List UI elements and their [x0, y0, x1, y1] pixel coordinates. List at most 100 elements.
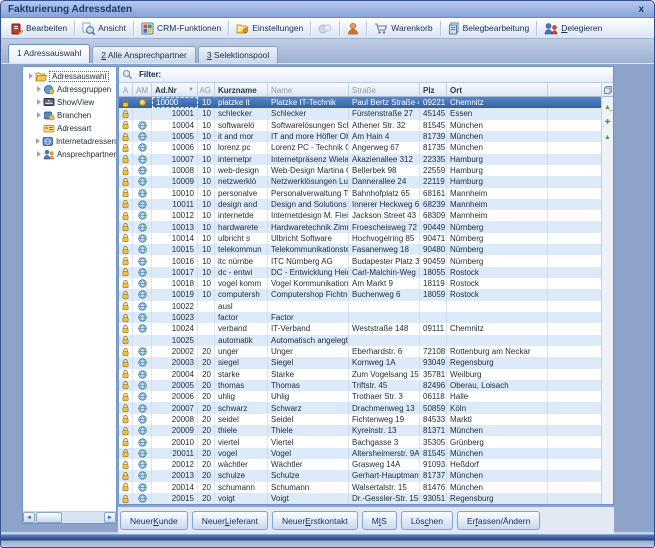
neuer-kunde-button[interactable]: Neuer Kunde: [120, 511, 188, 530]
table-row[interactable]: 20014 20 schumann Schumann Walsertalstr.…: [119, 482, 601, 493]
table-row[interactable]: 20010 20 viertel Viertel Bachgasse 3 353…: [119, 436, 601, 447]
lock-icon: [122, 448, 129, 458]
expander-icon[interactable]: [27, 72, 35, 81]
table-row[interactable]: 10016 10 itc nürnbe ITC Nürnberg AG Buda…: [119, 255, 601, 266]
col-header-ort[interactable]: Ort: [447, 83, 548, 97]
scroll-thumb[interactable]: [36, 512, 62, 523]
table-row[interactable]: 10000 10 platzke it Platzke IT-Technik P…: [119, 97, 601, 108]
table-row[interactable]: 20004 20 starke Starke Zum Vogelsang 15 …: [119, 369, 601, 380]
col-header-a[interactable]: A: [119, 83, 133, 97]
cell-ort: Rostock: [447, 289, 548, 300]
table-row[interactable]: 10022 ausl: [119, 301, 601, 312]
kontakt-button[interactable]: [342, 20, 364, 37]
expander-icon[interactable]: [35, 98, 43, 107]
neuer-erstkontakt-button[interactable]: Neuer Erstkontakt: [272, 511, 358, 530]
table-row[interactable]: 10006 10 lorenz pc Lorenz PC - Technik G…: [119, 142, 601, 153]
table-row[interactable]: 20006 20 uhlig Uhlig Trothaer Str. 3 061…: [119, 391, 601, 402]
expander-icon[interactable]: [35, 137, 42, 146]
table-row[interactable]: 10014 10 ulbricht s Ulbricht Software Ho…: [119, 233, 601, 244]
table-row[interactable]: 10011 10 design and Design and Solutions…: [119, 199, 601, 210]
history-button[interactable]: [313, 20, 337, 37]
erfassen-aendern-button[interactable]: Erfassen/Ändern: [457, 511, 540, 530]
cell-filler: [548, 120, 601, 131]
col-header-ag[interactable]: AG: [198, 83, 215, 97]
belegbearbeitung-button[interactable]: Belegbearbeitung: [443, 20, 535, 37]
table-row[interactable]: 20003 20 siegel Siegel Kornweg 1A 93049 …: [119, 357, 601, 368]
tree-item-adressgruppen[interactable]: Adressgruppen: [35, 83, 116, 96]
table-row[interactable]: 10017 10 dc - entwi DC - Entwicklung Hei…: [119, 267, 601, 278]
tree-item-internetadressen[interactable]: Internetadressen: [35, 135, 116, 148]
table-row[interactable]: 20009 20 thiele Thiele Kyreinstr. 13 813…: [119, 425, 601, 436]
expander-icon[interactable]: [35, 150, 43, 159]
lock-icon: [122, 471, 129, 481]
table-row[interactable]: 10013 10 hardwarete Hardwaretechnik Zimm…: [119, 221, 601, 232]
table-row[interactable]: 20015 20 voigt Voigt Dr.-Gessler-Str. 15…: [119, 493, 601, 504]
people-icon: [43, 149, 55, 160]
lock-icon: [122, 267, 129, 277]
filter-row[interactable]: Filter:: [119, 67, 613, 83]
close-button[interactable]: x: [635, 4, 647, 15]
tab-alle-ansprechpartner[interactable]: 2 Alle Ansprechpartner: [92, 46, 196, 63]
table-row[interactable]: 10007 10 internetpr Internetpräsenz Wiel…: [119, 154, 601, 165]
scroll-top-marker-icon[interactable]: ▲̲: [604, 105, 611, 111]
scroll-add-marker-icon[interactable]: ✚: [605, 120, 611, 126]
crm-funktionen-button[interactable]: CRM-Funktionen: [136, 20, 226, 37]
table-row[interactable]: 10025 automatik Automatisch angelegt dur…: [119, 335, 601, 346]
scroll-left-button[interactable]: ◄: [23, 512, 35, 523]
lock-cell: [119, 312, 133, 323]
internet-globe-icon: [138, 189, 147, 198]
lock-icon: [122, 211, 129, 221]
warenkorb-button[interactable]: Warenkorb: [369, 20, 437, 37]
expander-icon[interactable]: [35, 85, 43, 94]
table-row[interactable]: 10015 10 telekommun Telekommunikationste…: [119, 244, 601, 255]
einstellungen-button[interactable]: Einstellungen: [231, 20, 308, 37]
col-header-strasse[interactable]: Straße: [349, 83, 420, 97]
table-row[interactable]: 20002 20 unger Unger Eberhardstr. 6 7210…: [119, 346, 601, 357]
table-row[interactable]: 20008 20 seidel Seidel Fichtenweg 19 845…: [119, 414, 601, 425]
table-row[interactable]: 20005 20 thomas Thomas Triftstr. 45 8249…: [119, 380, 601, 391]
tree-item-adressart[interactable]: Adressart: [35, 122, 116, 135]
table-row[interactable]: 10012 10 internetde Internetdesign M. Fl…: [119, 210, 601, 221]
table-row[interactable]: 10001 10 schlecker Schlecker Fürstenstra…: [119, 108, 601, 119]
table-row[interactable]: 10005 10 it and mor IT and more Höfler O…: [119, 131, 601, 142]
document-icon: [448, 22, 460, 35]
cell-ort: München: [447, 131, 548, 142]
table-row[interactable]: 10019 10 computersh Computershop Fichtne…: [119, 289, 601, 300]
table-row[interactable]: 10010 10 personalve Personalverwaltung T…: [119, 188, 601, 199]
tab-adressauswahl[interactable]: 1 Adressauswahl: [8, 44, 90, 63]
table-row[interactable]: 20013 20 schulze Schulze Gerhart-Hauptma…: [119, 470, 601, 481]
table-row[interactable]: 10004 10 softwarelö Softwarelösungen Sch…: [119, 120, 601, 131]
tree-root-adressauswahl[interactable]: Adressauswahl: [27, 70, 116, 83]
table-row[interactable]: 20011 20 vogel Vogel Altersheimerstr. 9A…: [119, 448, 601, 459]
tree-item-showview[interactable]: ShowView: [35, 96, 116, 109]
col-header-name[interactable]: Name: [268, 83, 349, 97]
loeschen-button[interactable]: Löschen: [401, 511, 453, 530]
cell-ag: 10: [198, 176, 215, 187]
tree-item-branchen[interactable]: Branchen: [35, 109, 116, 122]
col-header-plz[interactable]: Plz: [420, 83, 447, 97]
delegieren-button[interactable]: Delegieren: [539, 20, 607, 37]
neuer-lieferant-button[interactable]: Neuer Lieferant: [192, 511, 268, 530]
lock-cell: [119, 301, 133, 312]
mis-button[interactable]: MIS: [362, 511, 397, 530]
column-chooser-button[interactable]: [602, 83, 613, 97]
table-row[interactable]: 10009 10 netzwerklö Netzwerklösungen Lut…: [119, 176, 601, 187]
table-row[interactable]: 20012 20 wächtler Wächtler Grasweg 14A 9…: [119, 459, 601, 470]
tree-horizontal-scrollbar[interactable]: ◄ ►: [23, 511, 116, 523]
col-header-adnr[interactable]: Ad.Nr▼: [152, 83, 198, 97]
table-row[interactable]: 20007 20 schwarz Schwarz Drachmenweg 13 …: [119, 402, 601, 413]
tab-selektionspool[interactable]: 3 Selektionspool: [198, 46, 278, 63]
col-header-am[interactable]: AM: [133, 83, 152, 97]
scroll-right-button[interactable]: ►: [104, 512, 116, 523]
table-row[interactable]: 10023 factor Factor: [119, 312, 601, 323]
cell-filler: [548, 278, 601, 289]
table-row[interactable]: 10024 verband IT-Verband Weststraße 148 …: [119, 323, 601, 334]
ansicht-button[interactable]: Ansicht: [77, 20, 131, 37]
expander-icon[interactable]: [35, 111, 43, 120]
table-row[interactable]: 10008 10 web-design Web-Design Martina G…: [119, 165, 601, 176]
tree-item-ansprechpartner[interactable]: Ansprechpartner: [35, 148, 116, 161]
table-row[interactable]: 10018 10 vogel komm Vogel Kommunikation …: [119, 278, 601, 289]
col-header-kurzname[interactable]: Kurzname: [215, 83, 268, 97]
bearbeiten-button[interactable]: Bearbeiten: [5, 20, 72, 37]
scroll-up-marker-icon[interactable]: ▲: [604, 135, 611, 141]
